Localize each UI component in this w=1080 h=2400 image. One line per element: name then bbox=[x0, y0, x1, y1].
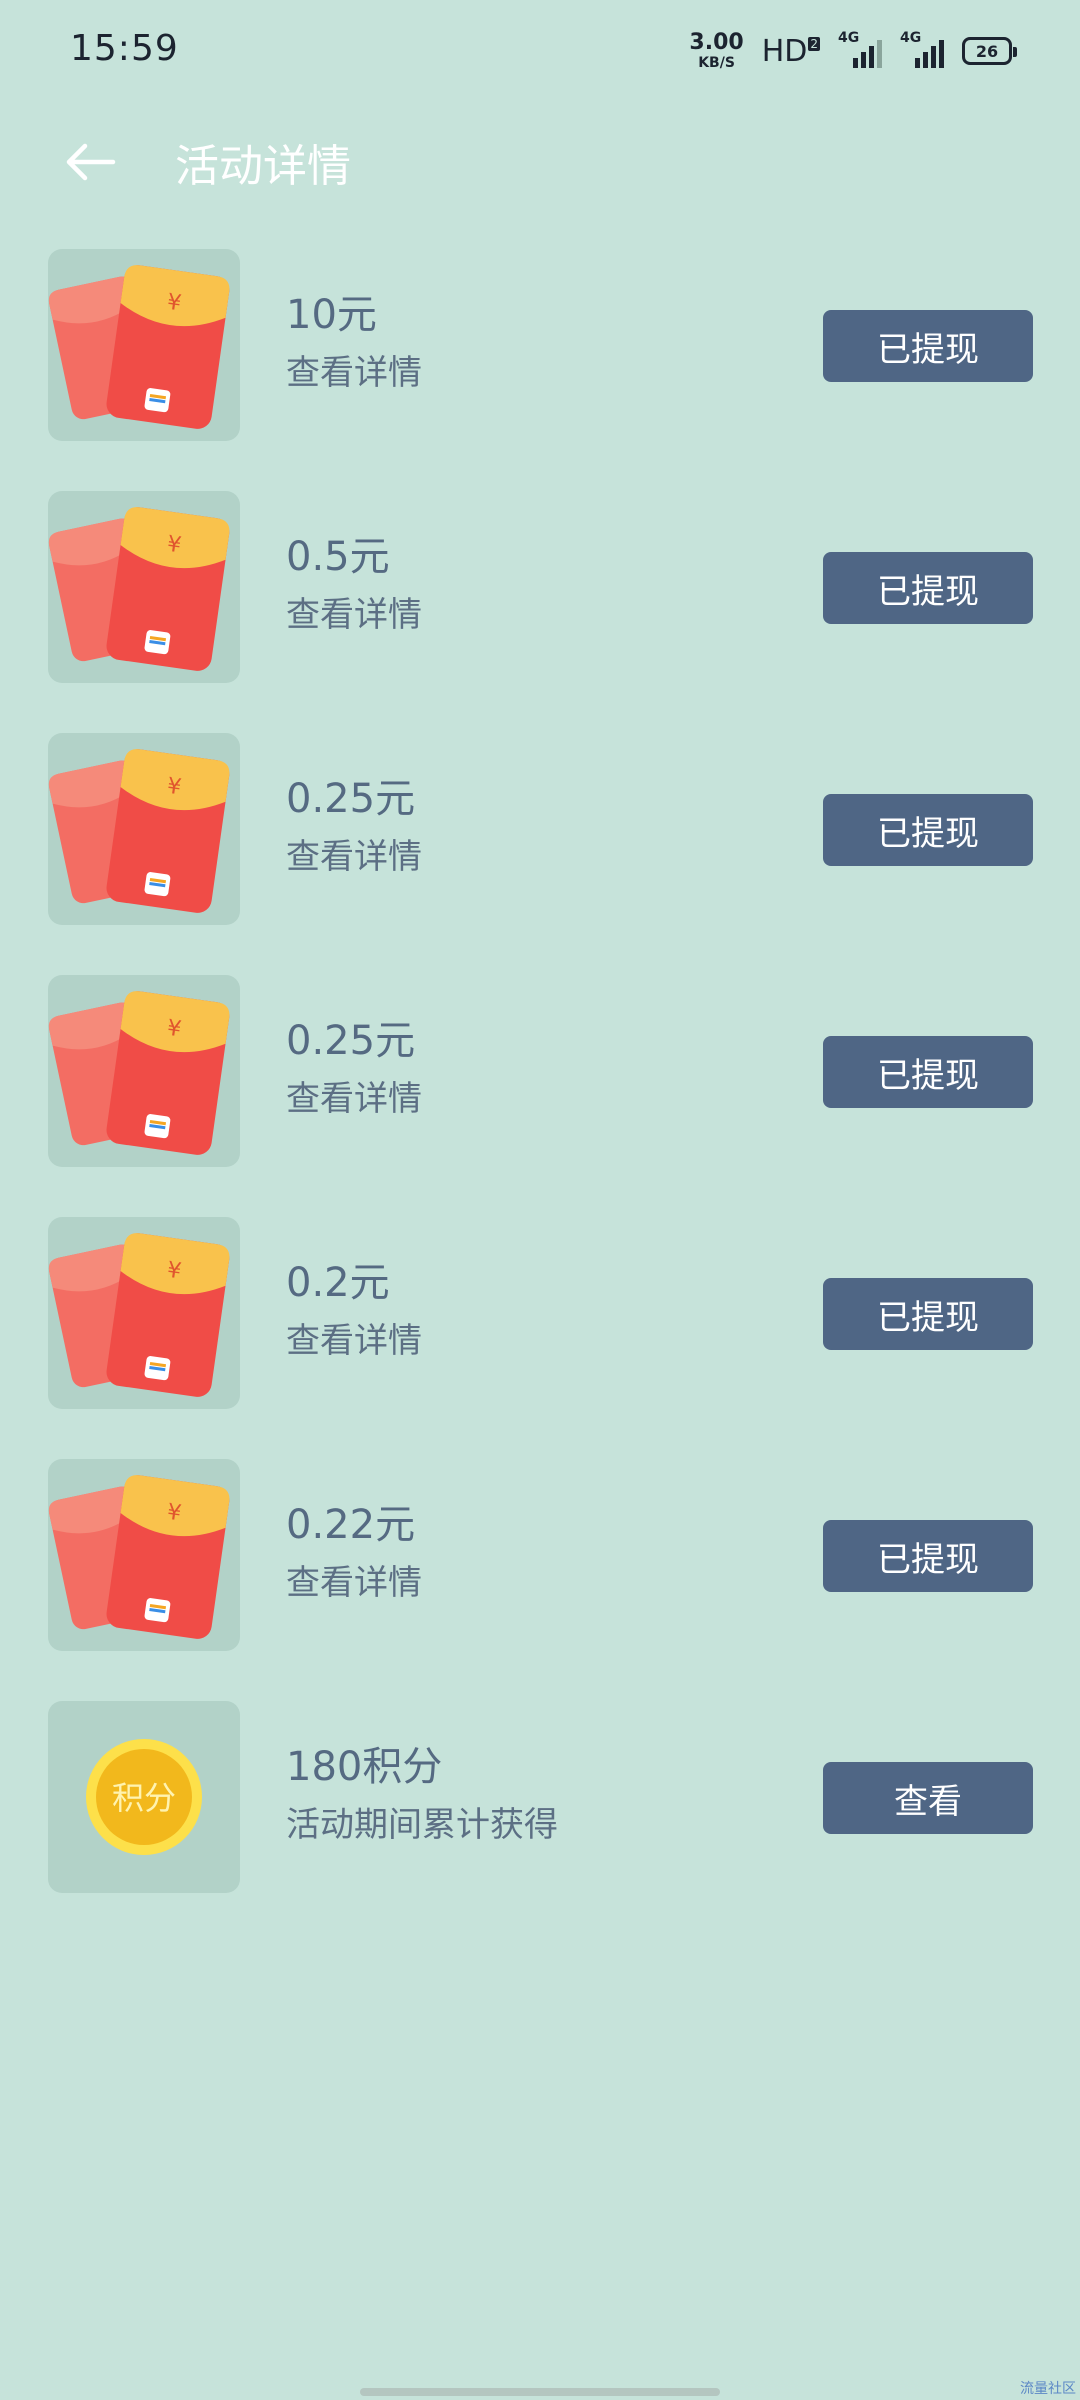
withdrawn-button[interactable]: 已提现 bbox=[823, 310, 1033, 382]
points-amount: 180积分 bbox=[286, 1744, 443, 1790]
list-item: ¥ 10元 查看详情 已提现 bbox=[0, 249, 1080, 491]
arrow-left-icon bbox=[66, 143, 116, 181]
withdrawn-button[interactable]: 已提现 bbox=[823, 1520, 1033, 1592]
list-item: ¥ 0.2元 查看详情 已提现 bbox=[0, 1217, 1080, 1459]
item-detail-link[interactable]: 查看详情 bbox=[286, 837, 422, 878]
app-header: 活动详情 bbox=[0, 110, 1080, 210]
home-indicator[interactable] bbox=[360, 2388, 720, 2396]
status-time: 15:59 bbox=[70, 28, 179, 69]
item-detail-link[interactable]: 查看详情 bbox=[286, 595, 422, 636]
network-speed-unit: KB/S bbox=[698, 55, 735, 71]
activity-list: ¥ 10元 查看详情 已提现 ¥ 0.5元 查看详情 已提现 ¥ 0.25元 查… bbox=[0, 249, 1080, 1943]
hd-label: HD bbox=[761, 33, 808, 69]
battery-level: 26 bbox=[975, 41, 999, 61]
view-button[interactable]: 查看 bbox=[823, 1762, 1033, 1834]
hd-sub: 2 bbox=[808, 36, 820, 51]
item-detail-link[interactable]: 查看详情 bbox=[286, 353, 422, 394]
signal-sim2-icon: 4G bbox=[900, 30, 944, 68]
list-item-points: 积分 180积分 活动期间累计获得 查看 bbox=[0, 1701, 1080, 1943]
item-amount: 0.5元 bbox=[286, 534, 390, 580]
list-item: ¥ 0.25元 查看详情 已提现 bbox=[0, 733, 1080, 975]
item-text: 0.25元 查看详情 bbox=[286, 1017, 422, 1120]
red-envelope-icon: ¥ bbox=[48, 975, 240, 1167]
coin-label: 积分 bbox=[112, 1779, 176, 1817]
page-title: 活动详情 bbox=[175, 141, 351, 192]
watermark: 流量社区 bbox=[1020, 2381, 1076, 2397]
list-item: ¥ 0.5元 查看详情 已提现 bbox=[0, 491, 1080, 733]
back-button[interactable] bbox=[60, 132, 120, 192]
points-coin-icon: 积分 bbox=[48, 1701, 240, 1893]
item-amount: 0.22元 bbox=[286, 1502, 416, 1548]
points-description: 活动期间累计获得 bbox=[286, 1805, 558, 1845]
item-text: 0.22元 查看详情 bbox=[286, 1501, 422, 1604]
status-bar: 15:59 3.00 KB/S HD 2 4G 4G 26 bbox=[0, 0, 1080, 110]
item-text: 0.5元 查看详情 bbox=[286, 533, 422, 636]
item-text: 0.25元 查看详情 bbox=[286, 775, 422, 878]
network-speed: 3.00 KB/S bbox=[689, 30, 744, 71]
list-item: ¥ 0.25元 查看详情 已提现 bbox=[0, 975, 1080, 1217]
item-text: 180积分 活动期间累计获得 bbox=[286, 1743, 558, 1846]
item-detail-link[interactable]: 查看详情 bbox=[286, 1079, 422, 1120]
red-envelope-icon: ¥ bbox=[48, 491, 240, 683]
item-amount: 10元 bbox=[286, 292, 377, 338]
red-envelope-icon: ¥ bbox=[48, 249, 240, 441]
list-item: ¥ 0.22元 查看详情 已提现 bbox=[0, 1459, 1080, 1701]
network-speed-value: 3.00 bbox=[689, 30, 744, 55]
status-icons: 3.00 KB/S HD 2 4G 4G 26 bbox=[689, 30, 1017, 71]
item-amount: 0.25元 bbox=[286, 1018, 416, 1064]
item-text: 10元 查看详情 bbox=[286, 291, 422, 394]
withdrawn-button[interactable]: 已提现 bbox=[823, 552, 1033, 624]
red-envelope-icon: ¥ bbox=[48, 733, 240, 925]
item-text: 0.2元 查看详情 bbox=[286, 1259, 422, 1362]
red-envelope-icon: ¥ bbox=[48, 1217, 240, 1409]
battery-icon: 26 bbox=[962, 37, 1017, 65]
withdrawn-button[interactable]: 已提现 bbox=[823, 794, 1033, 866]
withdrawn-button[interactable]: 已提现 bbox=[823, 1036, 1033, 1108]
item-amount: 0.2元 bbox=[286, 1260, 390, 1306]
red-envelope-icon: ¥ bbox=[48, 1459, 240, 1651]
signal-sim1-icon: 4G bbox=[838, 30, 882, 68]
hd-voice-icon: HD 2 bbox=[762, 34, 820, 69]
withdrawn-button[interactable]: 已提现 bbox=[823, 1278, 1033, 1350]
item-amount: 0.25元 bbox=[286, 776, 416, 822]
item-detail-link[interactable]: 查看详情 bbox=[286, 1563, 422, 1604]
item-detail-link[interactable]: 查看详情 bbox=[286, 1321, 422, 1362]
